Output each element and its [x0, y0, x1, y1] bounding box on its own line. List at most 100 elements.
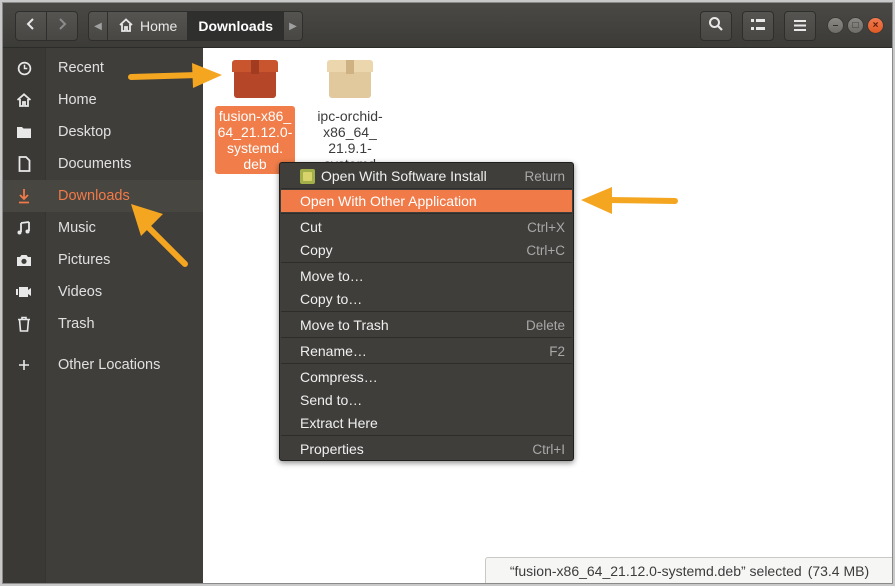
sidebar-item-recent[interactable]: Recent	[3, 52, 203, 84]
menu-item-send-to[interactable]: Send to…	[281, 389, 572, 411]
sidebar-item-other-locations[interactable]: Other Locations	[3, 349, 203, 381]
menu-item-cut[interactable]: Cut Ctrl+X	[281, 216, 572, 238]
menu-item-label: Copy to…	[300, 291, 363, 307]
status-size: (73.4 MB)	[807, 563, 870, 579]
sidebar-item-label: Pictures	[58, 252, 111, 268]
package-icon	[327, 60, 373, 100]
path-home-button[interactable]: Home	[107, 11, 189, 41]
document-icon	[3, 156, 45, 172]
clock-icon	[3, 61, 45, 76]
path-home-label: Home	[140, 18, 178, 34]
forward-button[interactable]	[46, 11, 78, 41]
menu-item-move-to-trash[interactable]: Move to Trash Delete	[281, 314, 572, 336]
menu-item-accel: Ctrl+I	[532, 441, 565, 457]
sidebar-item-downloads[interactable]: Downloads	[3, 180, 203, 212]
sidebar-item-desktop[interactable]: Desktop	[3, 116, 203, 148]
sidebar-item-label: Downloads	[58, 188, 130, 204]
home-icon	[118, 17, 134, 35]
menu-item-label: Copy	[300, 242, 333, 258]
menu-separator	[281, 213, 572, 214]
plus-icon	[3, 359, 45, 371]
file-item-ipc-orchid[interactable]: ipc-orchid- x86_64_ 21.9.1- systemd	[308, 48, 392, 174]
search-icon	[708, 16, 724, 36]
sidebar-item-label: Desktop	[58, 124, 112, 140]
path-scroll-left-button[interactable]: ◀	[88, 11, 108, 41]
software-install-icon	[300, 168, 315, 184]
package-icon	[232, 60, 278, 100]
sidebar-item-music[interactable]: Music	[3, 212, 203, 244]
sidebar-item-trash[interactable]: Trash	[3, 308, 203, 340]
path-current-button[interactable]: Downloads	[187, 11, 285, 41]
status-text: “fusion-x86_64_21.12.0-systemd.deb” sele…	[509, 563, 802, 579]
header-bar: ◀ Home Downloads ▶ – □ ×	[3, 3, 892, 48]
menu-item-label: Rename…	[300, 343, 367, 359]
sidebar-item-videos[interactable]: Videos	[3, 276, 203, 308]
sidebar-item-label: Home	[58, 92, 97, 108]
menu-item-open-with-software-install[interactable]: Open With Software Install Return	[281, 165, 572, 187]
menu-item-open-with-other-application[interactable]: Open With Other Application	[281, 190, 572, 212]
caret-right-icon: ▶	[289, 20, 297, 32]
close-icon: ×	[872, 20, 879, 31]
hamburger-menu-icon	[794, 18, 806, 35]
menu-item-label: Open With Software Install	[321, 168, 487, 184]
menu-separator	[281, 337, 572, 338]
main-menu-button[interactable]	[784, 11, 816, 41]
menu-separator	[281, 435, 572, 436]
sidebar-item-label: Music	[58, 220, 96, 236]
menu-item-label: Open With Other Application	[300, 193, 477, 209]
minimize-button[interactable]: –	[827, 17, 844, 34]
menu-item-copy[interactable]: Copy Ctrl+C	[281, 239, 572, 261]
menu-item-label: Properties	[300, 441, 364, 457]
menu-item-label: Move to Trash	[300, 317, 389, 333]
path-scroll-right-button[interactable]: ▶	[283, 11, 304, 41]
close-button[interactable]: ×	[867, 17, 884, 34]
view-toggle-button[interactable]	[742, 11, 774, 41]
menu-item-accel: Return	[524, 168, 565, 184]
menu-separator	[281, 363, 572, 364]
sidebar-item-label: Trash	[58, 316, 95, 332]
camera-icon	[3, 253, 45, 267]
context-menu: Open With Software Install Return Open W…	[279, 162, 574, 461]
chevron-left-icon	[26, 17, 36, 35]
package-box-tape	[251, 60, 259, 74]
menu-item-label: Move to…	[300, 268, 364, 284]
sidebar: Recent Home Desktop Documents Downloads	[3, 48, 203, 583]
menu-item-rename[interactable]: Rename… F2	[281, 340, 572, 362]
sidebar-item-pictures[interactable]: Pictures	[3, 244, 203, 276]
menu-item-accel: F2	[549, 343, 565, 359]
sidebar-item-label: Recent	[58, 60, 104, 76]
path-current-label: Downloads	[198, 18, 274, 34]
menu-item-compress[interactable]: Compress…	[281, 366, 572, 388]
menu-item-label: Compress…	[300, 369, 378, 385]
sidebar-item-label: Documents	[58, 156, 132, 172]
sidebar-item-label: Other Locations	[58, 357, 161, 373]
video-icon	[3, 286, 45, 298]
menu-item-move-to[interactable]: Move to…	[281, 265, 572, 287]
window-controls: – □ ×	[827, 17, 884, 34]
folder-icon	[3, 125, 45, 139]
menu-item-label: Extract Here	[300, 415, 378, 431]
trash-icon	[3, 316, 45, 332]
file-item-fusion-deb[interactable]: fusion-x86_ 64_21.12.0- systemd. deb	[213, 48, 297, 174]
menu-item-extract-here[interactable]: Extract Here	[281, 412, 572, 434]
menu-item-accel: Ctrl+X	[527, 219, 565, 235]
status-bar: “fusion-x86_64_21.12.0-systemd.deb” sele…	[485, 557, 892, 583]
home-icon	[3, 93, 45, 107]
menu-separator	[281, 311, 572, 312]
menu-separator	[281, 188, 572, 189]
search-button[interactable]	[700, 11, 732, 41]
back-button[interactable]	[15, 11, 47, 41]
minimize-icon: –	[832, 20, 839, 31]
menu-separator	[281, 262, 572, 263]
menu-item-copy-to[interactable]: Copy to…	[281, 288, 572, 310]
chevron-right-icon	[57, 17, 67, 35]
maximize-button[interactable]: □	[847, 17, 864, 34]
sidebar-item-home[interactable]: Home	[3, 84, 203, 116]
menu-item-label: Cut	[300, 219, 322, 235]
menu-item-label: Send to…	[300, 392, 363, 408]
menu-item-accel: Delete	[525, 317, 565, 333]
menu-item-properties[interactable]: Properties Ctrl+I	[281, 438, 572, 460]
path-bar: ◀ Home Downloads ▶	[88, 11, 304, 41]
sidebar-item-documents[interactable]: Documents	[3, 148, 203, 180]
package-box-tape	[346, 60, 354, 74]
